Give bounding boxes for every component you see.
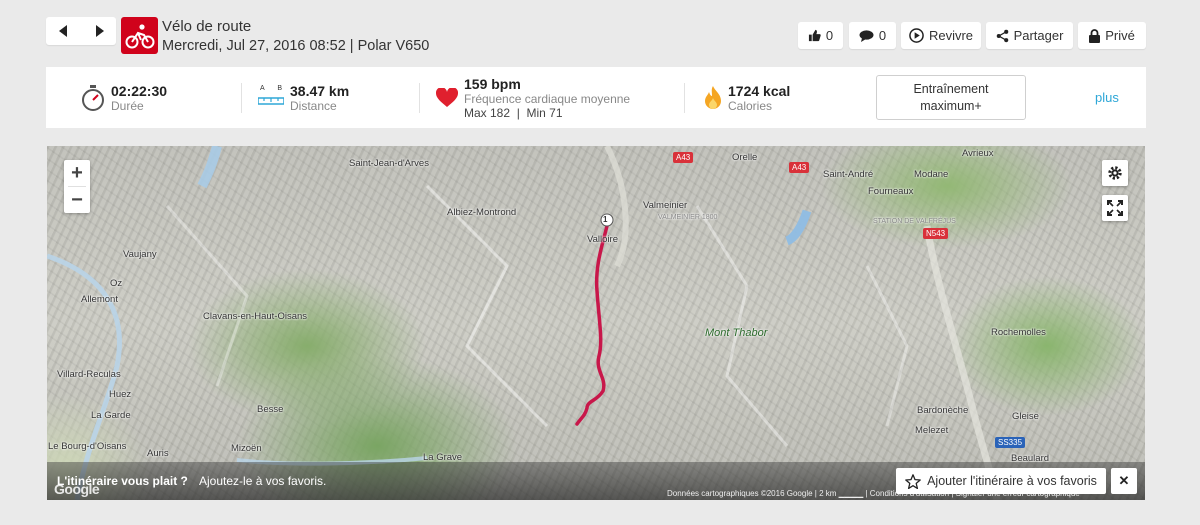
route-start-marker[interactable]: 1 [603,215,607,224]
road-marker: A43 [673,152,694,163]
map-place-label: Vaujany [123,249,157,260]
map-place-label: Melezet [915,425,949,436]
road-marker: SS335 [995,437,1026,448]
replay-label: Revivre [928,28,974,43]
activity-date-device: Mercredi, Jul 27, 2016 08:52 | Polar V65… [162,38,430,54]
arrow-left-icon [58,25,67,37]
duration-value: 02:22:30 [111,82,168,99]
map-place-label: Avrieux [962,148,994,159]
road-marker: A43 [789,162,810,173]
distance-stat: A B 38.47 km Distance [257,67,350,128]
play-circle-icon [909,28,924,43]
distance-icon-b: B [277,85,282,92]
calories-stat: 1724 kcal Calories [704,67,790,128]
map-place-label: Gleise [1012,411,1039,422]
comment-count: 0 [878,28,887,43]
add-route-favorite-button[interactable]: Ajouter l'itinéraire à vos favoris [896,468,1106,494]
fullscreen-button[interactable] [1102,195,1128,221]
map-place-label: Oz [110,278,123,289]
map-place-label: Mizoën [231,443,262,454]
promo-subtext: Ajoutez-le à vos favoris. [199,474,327,488]
activity-nav [46,17,116,45]
calories-label: Calories [728,98,773,113]
divider [241,83,242,113]
map-place-label: Fourneaux [868,186,914,197]
promo-question: L'itinéraire vous plait ? [57,474,188,488]
share-button[interactable]: Partager [986,22,1073,49]
stopwatch-icon [82,84,104,111]
map-place-label: Valloire [587,234,618,245]
close-icon: ✕ [1118,473,1130,488]
comment-button[interactable]: 0 [849,22,896,49]
thumbs-up-icon [808,29,821,42]
distance-label: Distance [290,98,337,113]
share-icon [996,29,1008,42]
map-place-label: Modane [914,169,949,180]
distance-value: 38.47 km [290,82,350,99]
stats-summary-bar: 02:22:30 Durée A B 38.47 km Distance 159… [46,67,1146,128]
heart-rate-stat: 159 bpm Fréquence cardiaque moyenne Max … [436,67,630,128]
divider [684,83,685,113]
zoom-control: + − [64,160,90,213]
like-count: 0 [825,28,834,43]
gear-icon [1108,166,1122,180]
zoom-out-button[interactable]: − [64,187,90,213]
heart-icon [436,87,458,107]
zoom-in-button[interactable]: + [64,160,90,186]
road-marker: N543 [923,228,949,239]
sport-name: Vélo de route [162,18,252,35]
training-load-button[interactable]: Entraînement maximum+ [876,75,1026,120]
map-place-label: Le Bourg-d'Oisans [48,441,127,452]
replay-button[interactable]: Revivre [901,22,981,49]
map-settings-button[interactable] [1102,160,1128,186]
map-place-label: Albiez-Montrond [447,207,517,218]
distance-icon: A B [257,85,285,110]
arrow-right-icon [95,25,104,37]
map-place-label: Besse [257,404,284,415]
map-place-label: Saint-Jean-d'Arves [349,158,429,169]
next-activity-button[interactable] [81,17,116,45]
duration-label: Durée [111,98,144,113]
fullscreen-icon [1107,200,1123,216]
lock-icon [1089,28,1101,43]
comment-icon [859,29,874,42]
like-button[interactable]: 0 [798,22,843,49]
map-place-label: Bardonèche [917,405,969,416]
map-place-label: La Garde [91,410,131,421]
map-place-label: Allemont [81,294,118,305]
share-label: Partager [1013,28,1064,43]
divider [419,83,420,113]
previous-activity-button[interactable] [46,17,81,45]
more-stats-link[interactable]: plus [1095,90,1119,105]
flame-icon [705,85,721,109]
map-place-label: Orelle [732,152,758,163]
terrain-layer [47,146,1001,500]
heart-rate-value: 159 bpm [464,75,521,92]
heart-rate-label: Fréquence cardiaque moyenne [464,91,631,106]
privacy-button[interactable]: Privé [1078,22,1146,49]
route-line [575,224,609,426]
map-place-label: Valmeinier [643,200,688,211]
privacy-label: Privé [1105,28,1135,43]
map-place-label: STATION DE VALFRÉJUS [873,218,956,225]
map-place-label: Villard-Reculas [57,369,121,380]
map-place-label: Auris [147,448,169,459]
route-map[interactable]: 1 Saint-Jean-d'Arves Albiez-Montrond Vau… [47,146,1145,500]
map-place-label: Clavans-en-Haut-Oisans [203,311,308,322]
star-icon [905,473,921,489]
distance-icon-a: A [260,85,265,92]
duration-stat: 02:22:30 Durée [81,67,167,128]
cycling-icon [121,17,158,54]
map-place-label: Rochemolles [991,327,1046,338]
calories-value: 1724 kcal [728,82,791,99]
map-place-label: Mont Thabor [705,327,768,339]
map-place-label: Saint-André [823,169,874,180]
close-promo-button[interactable]: ✕ [1111,468,1137,494]
add-favorite-label: Ajouter l'itinéraire à vos favoris [927,474,1097,488]
heart-rate-range: Max 182 | Min 71 [464,105,563,120]
activity-title-block: Vélo de route Mercredi, Jul 27, 2016 08:… [162,17,429,56]
map-place-label: VALMEINIER 1800 [658,214,718,221]
map-place-label: Huez [109,389,132,400]
